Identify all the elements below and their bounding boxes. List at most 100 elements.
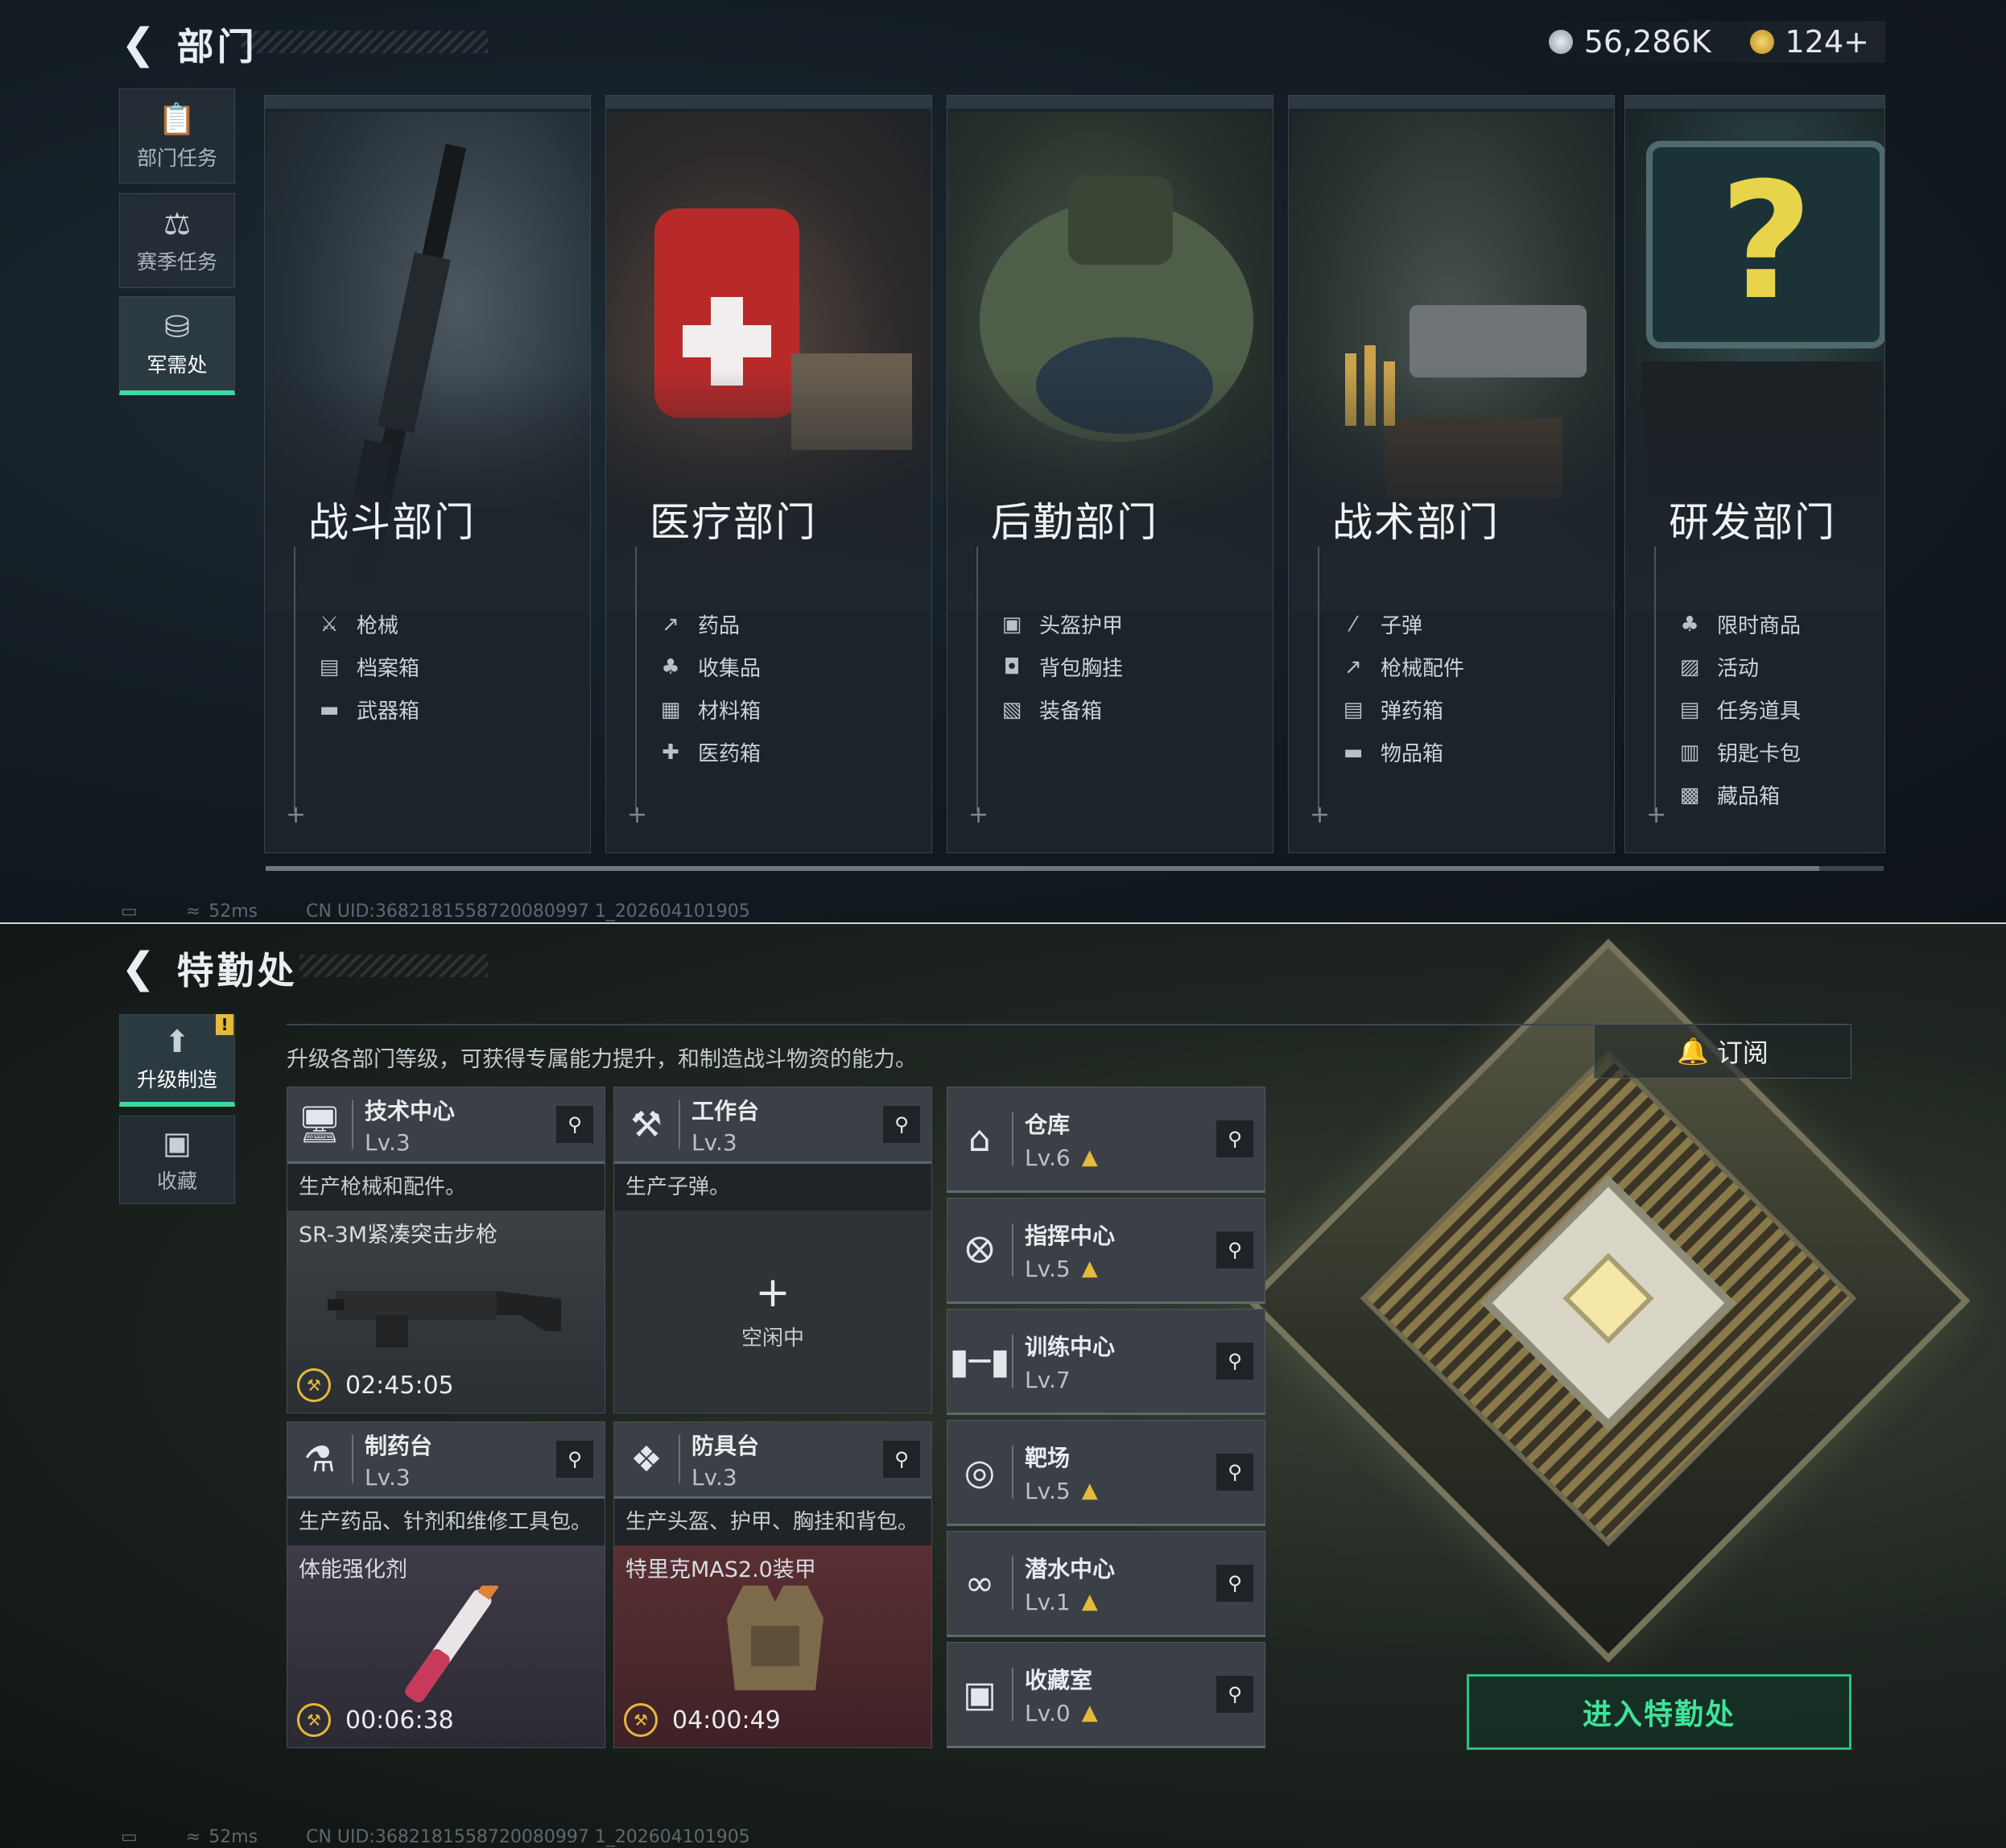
search-icon[interactable]: ⚲ [1216, 1120, 1253, 1157]
list-item[interactable]: ▬ 武器箱 [316, 688, 419, 731]
dept-card-research[interactable]: ? 研发部门 + ♣ 限时商品 ▨ 活动 ▤ 任务道具 ▥ 钥匙卡包 ▩ 藏品箱 [1624, 95, 1885, 853]
facility-training-center[interactable]: ▮─▮ 训练中心 Lv.7 ⚲ [947, 1309, 1265, 1415]
list-item[interactable]: ▤ 弹药箱 [1340, 688, 1464, 731]
battery-icon: ▭ [121, 1827, 138, 1847]
list-item[interactable]: ↗ 枪械配件 [1340, 646, 1464, 688]
search-icon[interactable]: ⚲ [1216, 1231, 1253, 1268]
list-item[interactable]: ⚔ 枪械 [316, 603, 419, 646]
sidebar-item-quartermaster[interactable]: ⛁ 军需处 [119, 296, 235, 395]
back-arrow-icon[interactable]: ❮ [121, 23, 156, 65]
upgrade-arrow-icon: ▲ [1081, 1256, 1098, 1281]
facility-diving-center[interactable]: ∞ 潜水中心 Lv.1 ▲ ⚲ [947, 1531, 1265, 1637]
item-box-icon: ▬ [1343, 740, 1364, 765]
wifi-icon: ≈ [185, 901, 201, 922]
facility-desc: 生产药品、针剂和维修工具包。 [287, 1499, 605, 1545]
status-bar: ▭ ≈52ms CN UID:3682181558720080997 1_202… [121, 1827, 750, 1847]
facility-warehouse[interactable]: ⌂ 仓库 Lv.6 ▲ ⚲ [947, 1087, 1265, 1193]
search-icon[interactable]: ⚲ [556, 1106, 593, 1143]
search-icon[interactable]: ⚲ [883, 1441, 920, 1478]
card-strip [1289, 96, 1614, 109]
special-ops-screen: ❮ 特勤处 ⬆ 升级制造 ! ▣ 收藏 升级各部门等级，可获得专属能力提升，和制… [0, 924, 2006, 1848]
production-workbench[interactable]: ⚒ 工作台 Lv.3 ⚲ 生产子弹。 + 空闲中 [613, 1087, 932, 1413]
list-item[interactable]: ◘ 背包胸挂 [999, 646, 1123, 688]
scrollbar-thumb[interactable] [266, 866, 1819, 871]
facility-header: ⚒ 工作台 Lv.3 ⚲ [614, 1087, 931, 1164]
category-list: ⚔ 枪械 ▤ 档案箱 ▬ 武器箱 [316, 603, 419, 731]
list-item[interactable]: ▧ 装备箱 [999, 688, 1123, 731]
production-slot[interactable]: 特里克MAS2.0装甲 ⚒ 04:00:49 [614, 1545, 931, 1747]
production-armor-bench[interactable]: ❖ 防具台 Lv.3 ⚲ 生产头盔、护甲、胸挂和背包。 特里克MAS2.0装甲 ⚒… [613, 1421, 932, 1748]
dept-card-medical[interactable]: 医疗部门 + ↗ 药品 ♣ 收集品 ▦ 材料箱 ✚ 医药箱 [605, 95, 932, 853]
plus-icon: + [755, 1268, 790, 1317]
production-slot[interactable]: SR-3M紧凑突击步枪 ⚒ 02:45:05 [287, 1211, 605, 1412]
facility-level: Lv.6 [1025, 1144, 1071, 1171]
search-icon[interactable]: ⚲ [1216, 1454, 1253, 1491]
list-item[interactable]: ▨ 活动 [1677, 646, 1801, 688]
search-icon[interactable]: ⚲ [1216, 1565, 1253, 1602]
material-box-icon: ▦ [660, 697, 681, 722]
gold-coin-icon [1749, 30, 1774, 54]
bell-icon: 🔔 [1677, 1036, 1709, 1066]
production-slot[interactable]: + 空闲中 [614, 1211, 931, 1412]
gold-amount[interactable]: 124+ [1785, 24, 1869, 60]
dept-name: 战斗部门 [308, 499, 476, 546]
production-timer: ⚒ 00:06:38 [297, 1703, 454, 1737]
item-label: 头盔护甲 [1039, 614, 1124, 638]
dept-card-combat[interactable]: 战斗部门 + ⚔ 枪械 ▤ 档案箱 ▬ 武器箱 [264, 95, 591, 853]
list-item[interactable]: ♣ 限时商品 [1677, 603, 1801, 646]
facility-vault-room[interactable]: ▣ 收藏室 Lv.0 ▲ ⚲ [947, 1642, 1265, 1748]
list-item[interactable]: ▤ 任务道具 [1677, 688, 1801, 731]
header: ❮ 部门 [121, 18, 258, 71]
card-line [294, 547, 295, 812]
sidebar-item-dept-tasks[interactable]: 📋 部门任务 [119, 89, 235, 184]
search-icon[interactable]: ⚲ [556, 1441, 593, 1478]
facility-header: ❖ 防具台 Lv.3 ⚲ [614, 1422, 931, 1499]
search-icon[interactable]: ⚲ [1216, 1343, 1253, 1380]
header-hatch [241, 31, 488, 53]
category-list: ♣ 限时商品 ▨ 活动 ▤ 任务道具 ▥ 钥匙卡包 ▩ 藏品箱 [1677, 603, 1801, 816]
list-item[interactable]: ▦ 材料箱 [658, 688, 761, 731]
sidebar-item-label: 部门任务 [136, 146, 217, 170]
dumbbell-icon: ▮─▮ [949, 1340, 1010, 1382]
enter-special-ops-button[interactable]: 进入特勤处 [1467, 1674, 1851, 1750]
list-item[interactable]: ▥ 钥匙卡包 [1677, 731, 1801, 773]
list-item[interactable]: ▣ 头盔护甲 [999, 603, 1123, 646]
category-list: ▣ 头盔护甲 ◘ 背包胸挂 ▧ 装备箱 [999, 603, 1123, 731]
search-icon[interactable]: ⚲ [1216, 1676, 1253, 1713]
horizontal-scrollbar[interactable] [266, 866, 1884, 871]
syringe-icon: ↗ [662, 612, 679, 637]
dept-card-tactical[interactable]: 战术部门 + ⁄ 子弹 ↗ 枪械配件 ▤ 弹药箱 ▬ 物品箱 [1288, 95, 1615, 853]
sidebar-item-collection[interactable]: ▣ 收藏 [119, 1116, 235, 1204]
facility-name: 工作台 [691, 1097, 760, 1124]
item-label: 医药箱 [698, 742, 762, 766]
list-item[interactable]: ✚ 医药箱 [658, 731, 761, 773]
sidebar-item-season-tasks[interactable]: ⚖ 赛季任务 [119, 193, 235, 288]
back-arrow-icon[interactable]: ❮ [121, 947, 156, 989]
list-item[interactable]: ↗ 药品 [658, 603, 761, 646]
search-icon[interactable]: ⚲ [883, 1106, 920, 1143]
card-line [976, 547, 978, 812]
list-item[interactable]: ♣ 收集品 [658, 646, 761, 688]
subscribe-button[interactable]: 🔔 订阅 [1594, 1024, 1851, 1079]
blocks-icon: ❖ [630, 1438, 662, 1480]
upgrade-arrow-icon: ▲ [1081, 1590, 1098, 1614]
production-slot[interactable]: 体能强化剂 ⚒ 00:06:38 [287, 1545, 605, 1747]
production-tech-center[interactable]: 🖥 技术中心 Lv.3 ⚲ 生产枪械和配件。 SR-3M紧凑突击步枪 ⚒ 02:45… [287, 1087, 605, 1413]
list-item[interactable]: ▬ 物品箱 [1340, 731, 1464, 773]
item-label: 药品 [698, 614, 741, 638]
dept-card-logistics[interactable]: 后勤部门 + ▣ 头盔护甲 ◘ 背包胸挂 ▧ 装备箱 [947, 95, 1273, 853]
facility-name: 仓库 [1025, 1111, 1071, 1138]
card-strip [947, 96, 1273, 109]
facility-command-center[interactable]: ⭙ 指挥中心 Lv.5 ▲ ⚲ [947, 1198, 1265, 1304]
plus-icon: + [968, 801, 989, 829]
list-item[interactable]: ▩ 藏品箱 [1677, 773, 1801, 816]
list-item[interactable]: ▤ 档案箱 [316, 646, 419, 688]
collection-icon: ▣ [163, 1125, 192, 1161]
facility-shooting-range[interactable]: ◎ 靶场 Lv.5 ▲ ⚲ [947, 1420, 1265, 1526]
subscribe-label: 订阅 [1716, 1037, 1769, 1068]
card-line [1318, 547, 1319, 812]
list-item[interactable]: ⁄ 子弹 [1340, 603, 1464, 646]
plus-icon: + [1310, 801, 1331, 829]
production-pharmacy[interactable]: ⚗ 制药台 Lv.3 ⚲ 生产药品、针剂和维修工具包。 体能强化剂 ⚒ 00:06:… [287, 1421, 605, 1748]
file-box-icon: ▤ [319, 654, 340, 679]
